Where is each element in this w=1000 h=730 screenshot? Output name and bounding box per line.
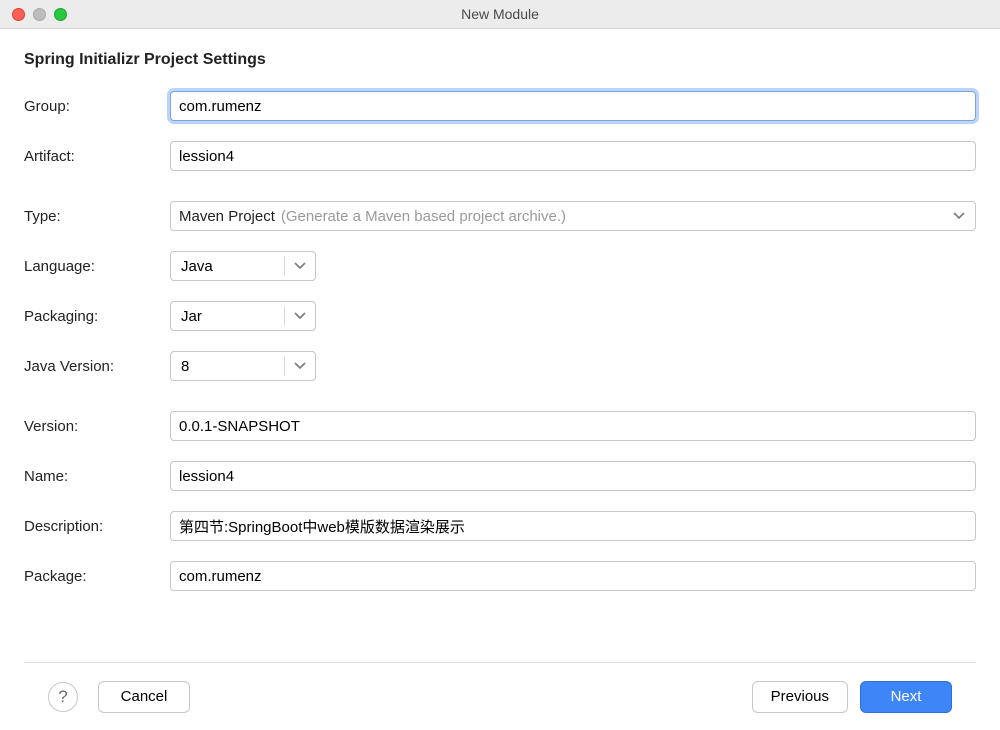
description-input[interactable]: [170, 511, 976, 541]
page-title: Spring Initializr Project Settings: [24, 51, 976, 69]
content-pane: Spring Initializr Project Settings Group…: [0, 28, 1000, 730]
language-select[interactable]: Java: [170, 251, 316, 281]
language-label: Language:: [24, 258, 170, 275]
chevron-down-icon: [294, 362, 306, 370]
type-value: Maven Project: [179, 208, 275, 225]
group-label: Group:: [24, 98, 170, 115]
new-module-window: New Module Spring Initializr Project Set…: [0, 0, 1000, 730]
previous-button[interactable]: Previous: [752, 681, 848, 713]
help-button[interactable]: ?: [48, 682, 78, 712]
artifact-input[interactable]: [170, 141, 976, 171]
java-version-label: Java Version:: [24, 358, 170, 375]
window-title: New Module: [0, 6, 1000, 22]
packaging-value: Jar: [181, 308, 202, 325]
settings-form: Group: Artifact: Type: Maven Project (Ge…: [24, 91, 976, 662]
version-label: Version:: [24, 418, 170, 435]
chevron-down-icon: [294, 312, 306, 320]
java-version-select[interactable]: 8: [170, 351, 316, 381]
package-label: Package:: [24, 568, 170, 585]
cancel-button[interactable]: Cancel: [98, 681, 190, 713]
type-label: Type:: [24, 208, 170, 225]
chevron-down-icon: [294, 262, 306, 270]
package-input[interactable]: [170, 561, 976, 591]
description-label: Description:: [24, 518, 170, 535]
type-hint: (Generate a Maven based project archive.…: [281, 208, 566, 225]
version-input[interactable]: [170, 411, 976, 441]
artifact-label: Artifact:: [24, 148, 170, 165]
titlebar: New Module: [0, 0, 1000, 28]
footer: ? Cancel Previous Next: [24, 662, 976, 730]
name-input[interactable]: [170, 461, 976, 491]
type-select[interactable]: Maven Project (Generate a Maven based pr…: [170, 201, 976, 231]
group-input[interactable]: [170, 91, 976, 121]
packaging-label: Packaging:: [24, 308, 170, 325]
next-button[interactable]: Next: [860, 681, 952, 713]
java-version-value: 8: [181, 358, 189, 375]
name-label: Name:: [24, 468, 170, 485]
packaging-select[interactable]: Jar: [170, 301, 316, 331]
language-value: Java: [181, 258, 213, 275]
chevron-down-icon: [953, 212, 965, 220]
